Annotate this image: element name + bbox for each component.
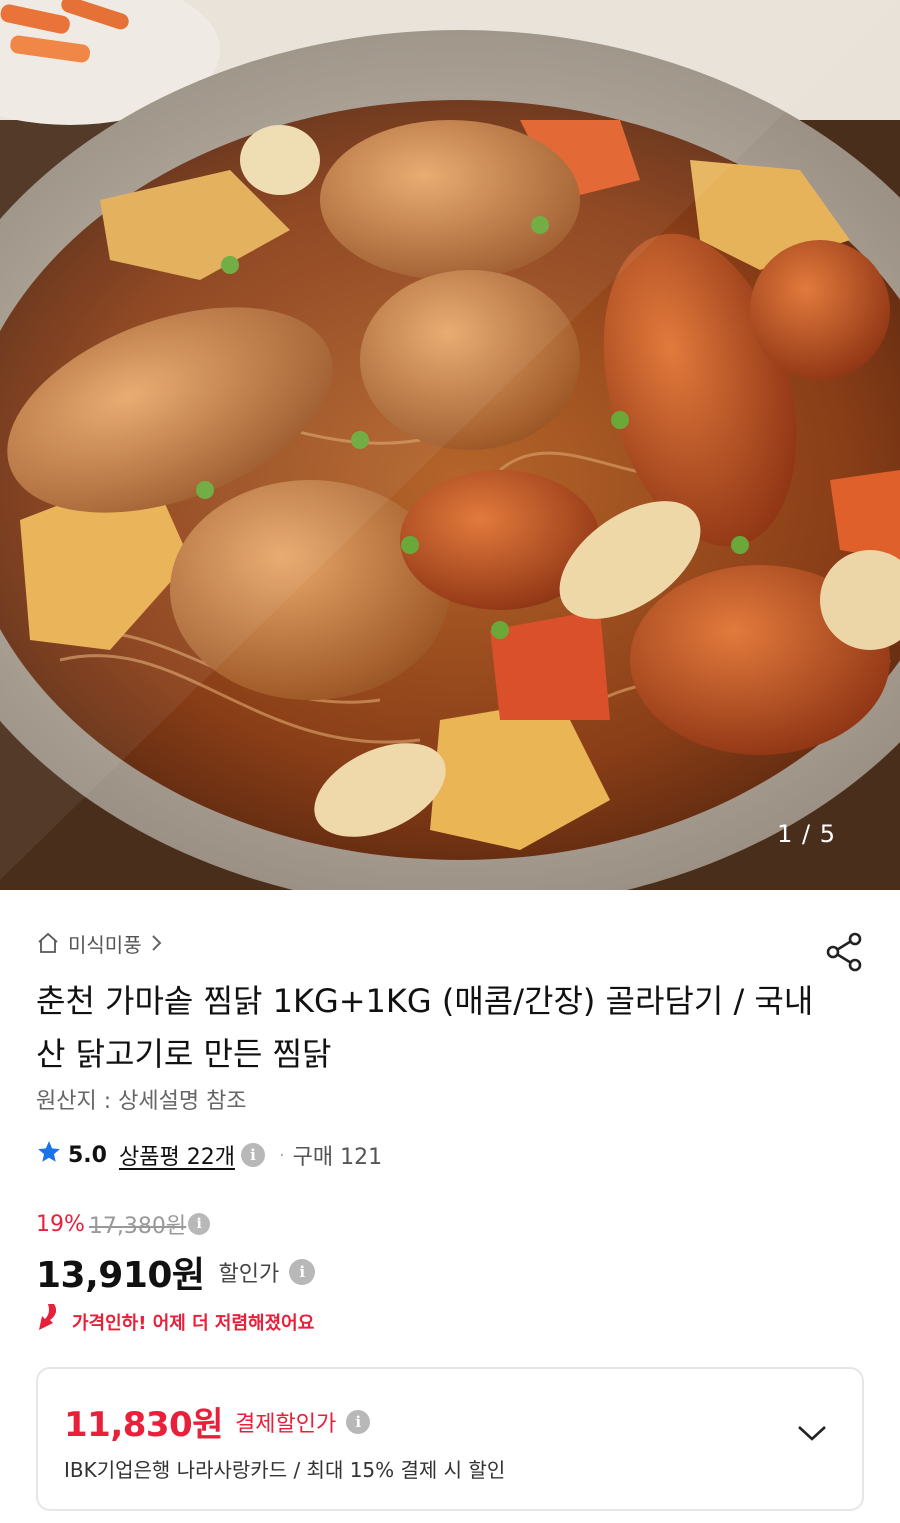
sale-price-row: 13,910원 할인가 i [36,1246,316,1298]
card-discount-label: 결제할인가 [234,1411,337,1437]
purchase-count: 구매 121 [292,1145,383,1170]
info-icon[interactable]: i [240,1143,265,1167]
store-name[interactable]: 미식미풍 [68,929,142,958]
card-discount-box[interactable]: 11,830원 결제할인가 i IBK기업은행 나라사랑카드 / 최대 15% … [36,1367,864,1511]
card-discount-description: IBK기업은행 나라사랑카드 / 최대 15% 결제 시 할인 [64,1458,506,1482]
home-icon [36,931,60,955]
info-icon[interactable]: i [289,1259,316,1285]
breadcrumb[interactable]: 미식미풍 [36,928,164,958]
rating-score: 5.0 [68,1142,107,1168]
chevron-down-icon[interactable] [796,1423,828,1447]
share-icon [822,932,866,978]
sale-price: 13,910원 [36,1255,205,1296]
share-button[interactable] [822,930,866,974]
card-discount-price: 11,830원 [64,1405,223,1445]
product-image-carousel[interactable]: 1 / 5 [0,0,900,890]
separator-dot: · [278,1144,285,1166]
chevron-right-icon [150,933,164,953]
rating-row: 5.0 상품평 22개 i · 구매 121 [36,1138,382,1172]
discount-rate: 19% [36,1211,85,1237]
sale-price-label: 할인가 [218,1262,280,1287]
origin-info: 원산지 : 상세설명 참조 [36,1089,247,1114]
image-counter: 1 / 5 [777,820,836,848]
price-down-arrow-icon [36,1302,66,1341]
product-photo [0,0,900,890]
price-drop-notice: 가격인하! 어제 더 저렴해졌어요 [36,1302,314,1341]
star-icon [36,1139,62,1171]
product-title: 춘천 가마솥 찜닭 1KG+1KG (매콤/간장) 골라담기 / 국내산 닭고기… [36,982,814,1073]
review-count-link[interactable]: 상품평 22개 [119,1139,235,1171]
original-price: 17,380원 [88,1214,187,1239]
info-icon[interactable]: i [346,1409,371,1434]
price-drop-text: 가격인하! 어제 더 저렴해졌어요 [72,1312,315,1334]
info-icon[interactable]: i [188,1213,211,1235]
discount-row: 19% 17,380원 i [36,1208,211,1240]
card-price-row: 11,830원 결제할인가 i [64,1397,371,1446]
